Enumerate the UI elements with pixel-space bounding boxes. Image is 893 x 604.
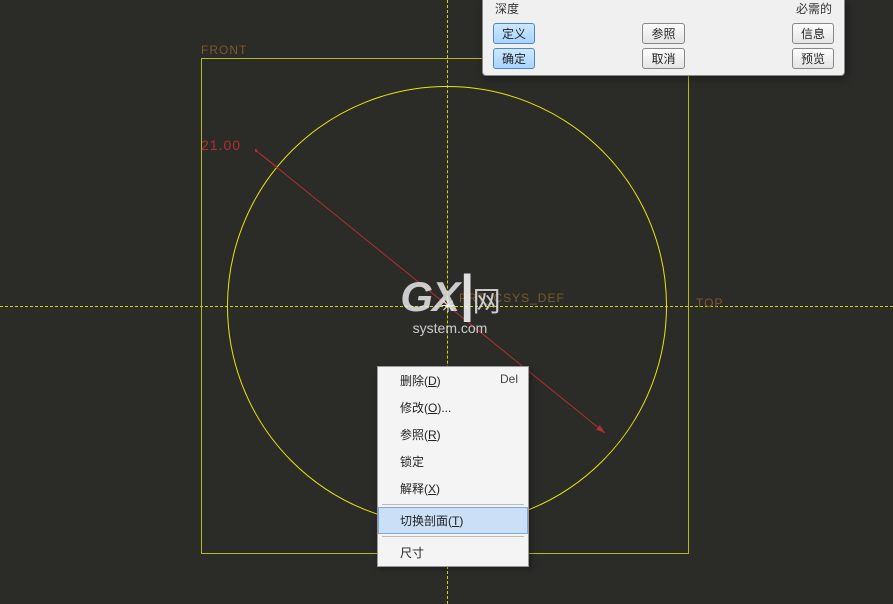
cancel-button[interactable]: 取消 <box>642 48 684 69</box>
ok-button[interactable]: 确定 <box>493 48 535 69</box>
feature-dialog[interactable]: 深度 必需的 定义 确定 参照 取消 信息 预览 <box>482 0 845 76</box>
menu-shortcut: Del <box>500 372 518 389</box>
info-button[interactable]: 信息 <box>792 23 834 44</box>
dialog-row-value: 必需的 <box>796 0 832 17</box>
top-plane-label: TOP <box>696 296 723 310</box>
context-menu[interactable]: 删除(D) Del 修改(O)... 参照(R) 锁定 解释(X) 切换剖面(T… <box>377 366 529 567</box>
dimension-value[interactable]: 21.00 <box>201 137 241 153</box>
reference-button[interactable]: 参照 <box>642 23 684 44</box>
menu-separator <box>382 536 524 537</box>
dialog-row-label: 深度 <box>495 0 519 17</box>
menu-item-reference[interactable]: 参照(R) <box>378 421 528 448</box>
preview-button[interactable]: 预览 <box>792 48 834 69</box>
front-plane-label: FRONT <box>201 43 247 57</box>
menu-item-toggle-section[interactable]: 切换剖面(T) <box>378 507 528 534</box>
menu-item-explain[interactable]: 解释(X) <box>378 475 528 502</box>
menu-item-delete[interactable]: 删除(D) Del <box>378 367 528 394</box>
menu-item-dimension[interactable]: 尺寸 <box>378 539 528 566</box>
menu-item-lock[interactable]: 锁定 <box>378 448 528 475</box>
menu-separator <box>382 504 524 505</box>
menu-item-modify[interactable]: 修改(O)... <box>378 394 528 421</box>
define-button[interactable]: 定义 <box>493 23 535 44</box>
watermark: GX|网 system.com <box>350 255 550 345</box>
